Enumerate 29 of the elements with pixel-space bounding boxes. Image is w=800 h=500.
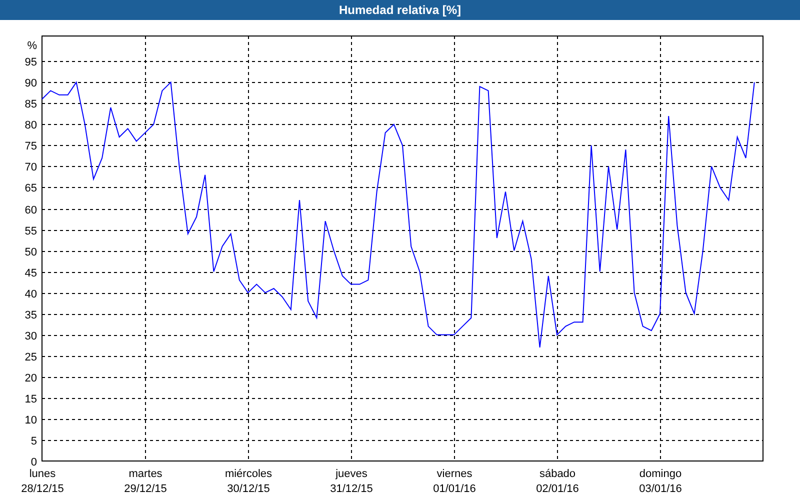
y-tick-label: 10 <box>24 414 37 426</box>
y-tick-label: 95 <box>24 56 37 68</box>
x-tick-label: viernes 01/01/16 <box>433 468 476 495</box>
x-tick-label: sábado 02/01/16 <box>536 468 579 495</box>
y-tick-label: 15 <box>24 394 37 406</box>
chart-title: Humedad relativa [%] <box>0 0 800 20</box>
y-tick-label: 0 <box>30 456 37 468</box>
x-tick-label: lunes 28/12/15 <box>21 468 64 495</box>
y-tick-label: 50 <box>24 246 37 258</box>
y-tick-label: 30 <box>24 330 37 342</box>
y-tick-label: 20 <box>24 372 37 384</box>
y-tick-label: 5 <box>30 436 37 448</box>
y-axis-unit: % <box>27 40 37 52</box>
y-tick-label: 80 <box>24 120 37 132</box>
y-tick-label: 35 <box>24 310 37 322</box>
x-tick-label: martes 29/12/15 <box>124 468 167 495</box>
y-tick-label: 85 <box>24 98 37 110</box>
y-tick-label: 55 <box>24 226 37 238</box>
y-tick-label: 65 <box>24 182 37 194</box>
x-tick-label: miércoles 30/12/15 <box>224 468 272 495</box>
y-tick-label: 70 <box>24 162 37 174</box>
x-tick-label: jueves 31/12/15 <box>330 468 373 495</box>
y-tick-label: 60 <box>24 204 37 216</box>
y-tick-label: 75 <box>24 140 37 152</box>
y-tick-label: 25 <box>24 352 37 364</box>
x-tick-label: domingo 03/01/16 <box>639 468 682 495</box>
y-tick-label: 90 <box>24 78 37 90</box>
y-tick-label: 45 <box>24 268 37 280</box>
y-tick-label: 40 <box>24 288 37 300</box>
